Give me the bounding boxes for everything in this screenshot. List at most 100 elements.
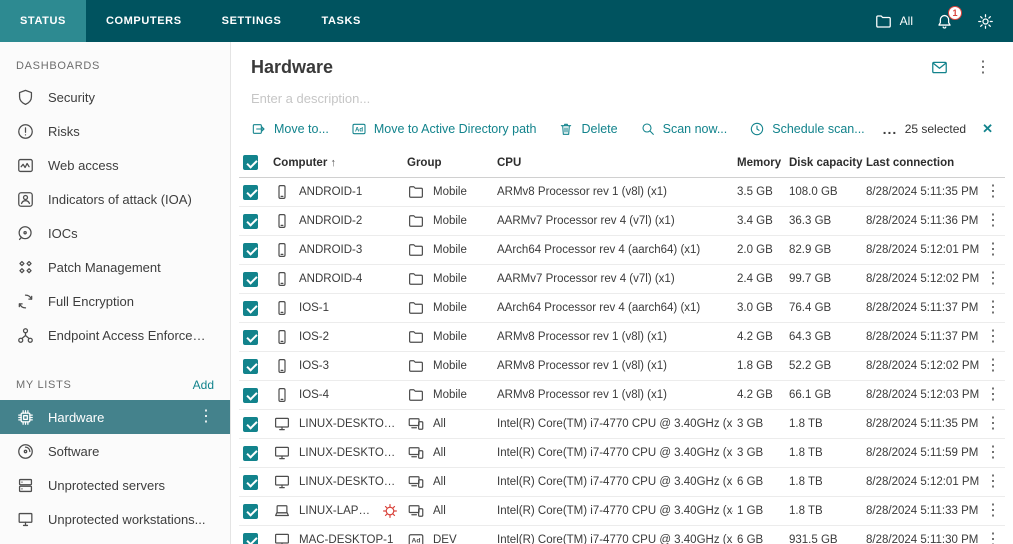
row-menu-button[interactable]: ⋮ — [985, 415, 1001, 432]
settings-gear-button[interactable] — [976, 12, 995, 31]
sidebar-item-label: Full Encryption — [48, 294, 134, 309]
table-row[interactable]: IOS-3 Mobile ARMv8 Processor rev 1 (v8l)… — [239, 352, 1005, 381]
computer-name[interactable]: MAC-DESKTOP-1 — [299, 534, 393, 544]
row-checkbox[interactable] — [243, 185, 258, 200]
row-menu-button[interactable]: ⋮ — [985, 444, 1001, 461]
notifications-button[interactable]: 1 — [935, 12, 954, 31]
row-menu-button[interactable]: ⋮ — [985, 241, 1001, 258]
computer-name[interactable]: ANDROID-3 — [299, 244, 362, 256]
toolbar-action-scan-now[interactable]: Scan now... — [640, 121, 728, 137]
row-menu-button[interactable]: ⋮ — [985, 212, 1001, 229]
computer-name[interactable]: ANDROID-2 — [299, 215, 362, 227]
computer-name[interactable]: ANDROID-4 — [299, 273, 362, 285]
checkbox-cell — [239, 294, 269, 323]
column-header-group[interactable]: Group — [403, 148, 493, 178]
row-menu-button[interactable]: ⋮ — [985, 299, 1001, 316]
column-header-computer[interactable]: Computer ↑ — [269, 148, 403, 178]
column-header-disk[interactable]: Disk capacity — [785, 148, 862, 178]
sidebar-item-iocs[interactable]: IOCs — [0, 216, 230, 250]
computer-name[interactable]: IOS-3 — [299, 360, 329, 372]
toolbar-action-move-to-active-directory-path[interactable]: Move to Active Directory path — [351, 121, 537, 137]
select-all-checkbox[interactable] — [243, 155, 258, 170]
email-report-button[interactable] — [930, 58, 949, 77]
table-row[interactable]: MAC-DESKTOP-1 DEV Intel(R) Core(TM) i7-4… — [239, 526, 1005, 544]
table-row[interactable]: LINUX-LAPTOP-1 All Intel(R) Core(TM) i7-… — [239, 497, 1005, 526]
column-header-memory[interactable]: Memory — [733, 148, 785, 178]
row-menu-button[interactable]: ⋮ — [985, 386, 1001, 403]
sidebar-item-patch-management[interactable]: Patch Management — [0, 250, 230, 284]
row-checkbox[interactable] — [243, 330, 258, 345]
description-input[interactable] — [251, 91, 681, 106]
row-checkbox[interactable] — [243, 504, 258, 519]
page-menu-button[interactable]: ⋮ — [975, 60, 991, 76]
table-row[interactable]: LINUX-DESKTOP-1 All Intel(R) Core(TM) i7… — [239, 410, 1005, 439]
sidebar-item-hardware[interactable]: Hardware ⋮ — [0, 400, 230, 434]
computer-name[interactable]: IOS-1 — [299, 302, 329, 314]
table-row[interactable]: LINUX-DESKTOP-3 All Intel(R) Core(TM) i7… — [239, 468, 1005, 497]
row-menu-button[interactable]: ⋮ — [985, 502, 1001, 519]
row-checkbox[interactable] — [243, 243, 258, 258]
row-checkbox[interactable] — [243, 388, 258, 403]
folder-icon — [407, 212, 425, 230]
table-row[interactable]: ANDROID-1 Mobile ARMv8 Processor rev 1 (… — [239, 178, 1005, 207]
add-list-link[interactable]: Add — [193, 378, 214, 392]
computer-name[interactable]: LINUX-DESKTOP-1 — [299, 418, 399, 430]
sidebar-item-unprotected-servers[interactable]: Unprotected servers — [0, 468, 230, 502]
row-menu-button[interactable]: ⋮ — [985, 357, 1001, 374]
item-menu-button[interactable]: ⋮ — [198, 409, 214, 425]
row-checkbox[interactable] — [243, 417, 258, 432]
row-menu-button[interactable]: ⋮ — [985, 531, 1001, 544]
nav-tab-settings[interactable]: SETTINGS — [202, 0, 302, 42]
sidebar-item-endpoint-access-enforcement[interactable]: Endpoint Access Enforcement — [0, 318, 230, 352]
sidebar-item-software[interactable]: Software — [0, 434, 230, 468]
nav-tab-status[interactable]: STATUS — [0, 0, 86, 42]
row-menu-button[interactable]: ⋮ — [985, 328, 1001, 345]
toolbar-action-move-to[interactable]: Move to... — [251, 121, 329, 137]
toolbar-action-label: Move to... — [274, 122, 329, 136]
sidebar-item-unprotected-workstations[interactable]: Unprotected workstations... — [0, 502, 230, 536]
patch-icon — [16, 258, 35, 277]
toolbar-action-schedule-scan[interactable]: Schedule scan... — [749, 121, 864, 137]
row-menu-button[interactable]: ⋮ — [985, 270, 1001, 287]
computer-name[interactable]: IOS-4 — [299, 389, 329, 401]
nav-tab-computers[interactable]: COMPUTERS — [86, 0, 202, 42]
row-checkbox[interactable] — [243, 475, 258, 490]
sidebar-item-security[interactable]: Security — [0, 80, 230, 114]
clear-selection-button[interactable]: ✕ — [982, 121, 993, 137]
memory-cell: 2.4 GB — [733, 265, 785, 294]
table-row[interactable]: IOS-1 Mobile AArch64 Processor rev 4 (aa… — [239, 294, 1005, 323]
row-checkbox[interactable] — [243, 533, 258, 544]
row-menu-button[interactable]: ⋮ — [985, 183, 1001, 200]
table-row[interactable]: IOS-2 Mobile ARMv8 Processor rev 1 (v8l)… — [239, 323, 1005, 352]
column-header-cpu[interactable]: CPU — [493, 148, 733, 178]
sidebar-item-label: Indicators of attack (IOA) — [48, 192, 192, 207]
row-checkbox[interactable] — [243, 214, 258, 229]
computer-name[interactable]: LINUX-DESKTOP-3 — [299, 476, 399, 488]
sidebar-item-web-access[interactable]: Web access — [0, 148, 230, 182]
row-checkbox[interactable] — [243, 272, 258, 287]
sidebar-item-indicators-of-attack-ioa[interactable]: Indicators of attack (IOA) — [0, 182, 230, 216]
computer-name[interactable]: LINUX-DESKTOP-2 — [299, 447, 399, 459]
computer-name[interactable]: LINUX-LAPTOP-1 — [299, 505, 373, 517]
checkbox-cell — [239, 526, 269, 544]
table-row[interactable]: LINUX-DESKTOP-2 All Intel(R) Core(TM) i7… — [239, 439, 1005, 468]
table-row[interactable]: ANDROID-3 Mobile AArch64 Processor rev 4… — [239, 236, 1005, 265]
last-connection-cell: 8/28/2024 5:12:01 PM — [862, 468, 981, 497]
table-row[interactable]: ANDROID-2 Mobile AARMv7 Processor rev 4 … — [239, 207, 1005, 236]
row-checkbox[interactable] — [243, 359, 258, 374]
scope-filter-button[interactable]: All — [874, 12, 913, 31]
row-checkbox[interactable] — [243, 446, 258, 461]
row-checkbox[interactable] — [243, 301, 258, 316]
toolbar-action-delete[interactable]: Delete — [558, 121, 617, 137]
computer-name[interactable]: IOS-2 — [299, 331, 329, 343]
nav-tab-tasks[interactable]: TASKS — [301, 0, 380, 42]
sidebar-item-full-encryption[interactable]: Full Encryption — [0, 284, 230, 318]
column-header-last-connection[interactable]: Last connection — [862, 148, 981, 178]
sidebar-item-risks[interactable]: Risks — [0, 114, 230, 148]
table-row[interactable]: ANDROID-4 Mobile AARMv7 Processor rev 4 … — [239, 265, 1005, 294]
row-menu-button[interactable]: ⋮ — [985, 473, 1001, 490]
table-row[interactable]: IOS-4 Mobile ARMv8 Processor rev 1 (v8l)… — [239, 381, 1005, 410]
more-actions-button[interactable]: ... — [883, 121, 898, 137]
computer-name[interactable]: ANDROID-1 — [299, 186, 362, 198]
group-name: Mobile — [433, 302, 467, 314]
